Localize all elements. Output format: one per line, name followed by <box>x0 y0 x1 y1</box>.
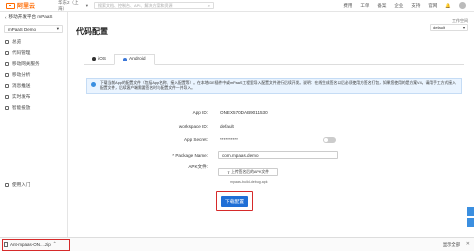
apk-filename: mpaas-build-debug.apk <box>230 180 268 184</box>
show-all-downloads[interactable]: 显示全部 <box>443 242 460 248</box>
package-name-input[interactable]: com.mpaas.demo <box>218 151 338 159</box>
product-name: 移动开发平台 mPaaS <box>8 14 53 19</box>
download-item[interactable]: Ant-mpaas-ON....zip ⌃ <box>4 241 57 247</box>
search-placeholder: 搜索文档、控制台、API、解决方案和资源 <box>98 2 173 8</box>
global-search-input[interactable]: 搜索文档、控制台、API、解决方案和资源 ⌕ <box>94 2 214 9</box>
sidebar-item-label: 代码管理 <box>12 49 31 55</box>
platform-tabs: iOS Android <box>84 54 464 65</box>
code-icon <box>5 50 9 55</box>
workspace-selector[interactable]: default ▾ <box>430 24 468 31</box>
chevron-down-icon: ▾ <box>462 25 465 30</box>
chevron-down-icon: ▾ <box>56 26 59 31</box>
notice-text: 下载当前App的配置文件（包括App名称、接入配置等）。在本地IDE插件中或mP… <box>100 81 456 90</box>
sidebar-item-overview[interactable]: 总览 <box>0 36 67 47</box>
info-icon <box>91 82 96 87</box>
app-selector-value: mPaaS Demo <box>8 26 37 32</box>
apple-icon <box>92 57 96 61</box>
page-title: 代码配置 <box>76 27 108 36</box>
back-arrow-icon: ‹ <box>5 14 7 20</box>
sidebar-item-push[interactable]: 消息推送 <box>0 80 67 91</box>
tab-android[interactable]: Android <box>114 54 155 65</box>
sidebar-item-label: 使用入门 <box>12 181 31 187</box>
tab-label: Android <box>129 57 146 62</box>
upload-label: 上传签名后的APK文件 <box>231 169 270 174</box>
upload-icon: ⇪ <box>226 170 231 175</box>
region-label: 华东2（上海） <box>58 0 79 11</box>
sidebar-item-gateway[interactable]: 移动网关服务 <box>0 58 67 69</box>
aliyun-logo-icon <box>6 2 15 9</box>
avatar[interactable] <box>459 2 466 9</box>
release-icon <box>5 94 9 99</box>
sidebar-item-label: 移动网关服务 <box>12 60 40 66</box>
sidebar: ‹ 移动开发平台 mPaaS mPaaS Demo ▾ 总览 代码管理 移动网关… <box>0 12 68 237</box>
tab-ios[interactable]: iOS <box>84 54 114 64</box>
close-icon[interactable]: ✕ <box>466 241 470 247</box>
feedback-icon[interactable] <box>467 218 474 227</box>
app-secret-label: App Secret: <box>183 137 208 142</box>
top-link-enterprise[interactable]: 企业 <box>394 3 403 9</box>
info-notice: 下载当前App的配置文件（包括App名称、接入配置等）。在本地IDE插件中或mP… <box>86 78 462 94</box>
top-links: 费用 工单 备案 企业 支持 官网 🔔 <box>343 2 474 9</box>
book-icon <box>5 182 9 187</box>
main-content: 代码配置 工作空间 default ▾ iOS Android 下载当前App的… <box>68 12 474 237</box>
top-link-website[interactable]: 官网 <box>428 3 437 9</box>
sidebar-item-label: 总览 <box>12 38 22 44</box>
download-filename: Ant-mpaas-ON....zip <box>10 241 51 247</box>
message-icon <box>5 83 9 88</box>
workspace-id-value: default <box>220 124 234 129</box>
app-id-label: App ID: <box>192 110 208 115</box>
chevron-down-icon: ▾ <box>85 2 88 8</box>
top-bar: 阿里云 华东2（上海） ▾ 搜索文档、控制台、API、解决方案和资源 ⌕ 费用 … <box>0 0 474 12</box>
sidebar-item-analytics[interactable]: 移动分析 <box>0 69 67 80</box>
app-secret-value: ********** <box>220 137 238 142</box>
top-link-support[interactable]: 支持 <box>411 3 420 9</box>
file-icon <box>4 241 8 247</box>
aliyun-logo[interactable]: 阿里云 <box>0 1 58 10</box>
product-header[interactable]: ‹ 移动开发平台 mPaaS <box>0 12 67 22</box>
show-secret-toggle[interactable] <box>323 137 336 143</box>
target-icon <box>5 105 9 110</box>
workspace-value: default <box>433 25 446 30</box>
top-link-filing[interactable]: 备案 <box>377 3 386 9</box>
top-link-tickets[interactable]: 工单 <box>360 3 369 9</box>
sidebar-item-getting-started[interactable]: 使用入门 <box>0 179 68 190</box>
bell-icon[interactable]: 🔔 <box>445 3 451 9</box>
sidebar-item-delivery[interactable]: 智能投放 <box>0 102 67 113</box>
chat-icon[interactable] <box>467 207 474 216</box>
floating-tools <box>467 207 474 227</box>
app-selector[interactable]: mPaaS Demo ▾ <box>4 25 63 33</box>
download-bar: Ant-mpaas-ON....zip ⌃ 显示全部 ✕ <box>0 237 474 251</box>
chevron-up-icon[interactable]: ⌃ <box>53 241 57 247</box>
workspace-id-label: workspace ID: <box>178 124 208 129</box>
sidebar-item-label: 智能投放 <box>12 104 31 110</box>
package-name-label: * Package Name: <box>172 153 208 158</box>
sidebar-item-label: 消息推送 <box>12 82 31 88</box>
home-icon <box>5 39 9 44</box>
sidebar-item-label: 移动分析 <box>12 71 31 77</box>
gateway-icon <box>5 61 9 66</box>
brand-name: 阿里云 <box>17 4 36 10</box>
upload-apk-button[interactable]: ⇪ 上传签名后的APK文件 <box>218 168 278 176</box>
search-icon: ⌕ <box>207 3 210 8</box>
tab-label: iOS <box>98 56 106 62</box>
download-config-button[interactable]: 下载配置 <box>221 196 248 207</box>
app-id-value: ONEX570DAB9011530 <box>220 110 268 115</box>
sidebar-item-label: 实时发布 <box>12 93 31 99</box>
sidebar-item-release[interactable]: 实时发布 <box>0 91 67 102</box>
sidebar-item-code-management[interactable]: 代码管理 <box>0 47 67 58</box>
android-icon <box>123 58 127 61</box>
chart-icon <box>5 72 9 77</box>
apk-file-label: APK文件: <box>188 164 208 169</box>
top-link-fees[interactable]: 费用 <box>343 3 352 9</box>
region-selector[interactable]: 华东2（上海） ▾ <box>58 0 88 12</box>
